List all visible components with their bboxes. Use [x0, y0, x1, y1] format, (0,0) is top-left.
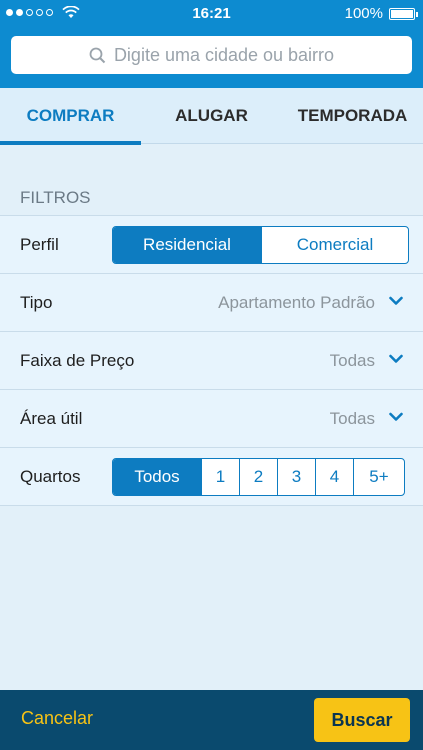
filter-row-tipo[interactable]: Tipo Apartamento Padrão — [0, 274, 423, 332]
cancel-button[interactable]: Cancelar — [21, 708, 93, 729]
search-placeholder: Digite uma cidade ou bairro — [113, 44, 335, 65]
area-value: Todas — [329, 408, 375, 428]
search-icon — [89, 47, 106, 63]
battery-percent: 100% — [344, 5, 383, 22]
preco-value: Todas — [329, 350, 375, 370]
quartos-option-2[interactable]: 2 — [239, 458, 277, 495]
search-button[interactable]: Buscar — [314, 698, 410, 742]
perfil-segmented-control: Residencial Comercial — [112, 225, 409, 264]
perfil-option-residencial[interactable]: Residencial — [113, 226, 261, 263]
quartos-option-1[interactable]: 1 — [201, 458, 239, 495]
tab-alugar[interactable]: ALUGAR — [141, 88, 282, 144]
tab-comprar[interactable]: COMPRAR — [0, 88, 141, 145]
quartos-option-5plus[interactable]: 5+ — [353, 458, 404, 495]
filter-list: Perfil Residencial Comercial Tipo Aparta… — [0, 215, 423, 506]
quartos-label: Quartos — [20, 466, 81, 486]
filters-panel: FILTROS Perfil Residencial Comercial Tip… — [0, 145, 423, 690]
action-bar: Cancelar Buscar — [0, 690, 423, 750]
header: 16:21 100% Digite uma cidade ou bairro — [0, 0, 423, 88]
perfil-label: Perfil — [20, 234, 59, 254]
perfil-option-comercial[interactable]: Comercial — [261, 226, 408, 263]
filter-row-quartos: Quartos Todos 1 2 3 4 5+ — [0, 448, 423, 506]
tab-bar: COMPRAR ALUGAR TEMPORADA — [0, 88, 423, 145]
quartos-option-todos[interactable]: Todos — [113, 458, 201, 495]
status-bar: 16:21 100% — [0, 0, 423, 28]
filter-row-preco[interactable]: Faixa de Preço Todas — [0, 332, 423, 390]
battery-icon — [389, 7, 418, 20]
chevron-down-icon — [389, 296, 403, 305]
tipo-label: Tipo — [20, 292, 53, 312]
section-title: FILTROS — [20, 188, 91, 207]
quartos-segmented-control: Todos 1 2 3 4 5+ — [112, 457, 405, 496]
quartos-option-3[interactable]: 3 — [277, 458, 315, 495]
preco-label: Faixa de Preço — [20, 350, 135, 370]
tipo-value: Apartamento Padrão — [218, 292, 375, 312]
filter-row-area[interactable]: Área útil Todas — [0, 390, 423, 448]
filter-row-perfil: Perfil Residencial Comercial — [0, 216, 423, 274]
chevron-down-icon — [389, 412, 403, 421]
quartos-option-4[interactable]: 4 — [315, 458, 353, 495]
chevron-down-icon — [389, 354, 403, 363]
battery-status: 100% — [344, 5, 418, 22]
tab-temporada[interactable]: TEMPORADA — [282, 88, 423, 144]
area-label: Área útil — [20, 408, 83, 428]
search-input[interactable]: Digite uma cidade ou bairro — [11, 36, 412, 74]
